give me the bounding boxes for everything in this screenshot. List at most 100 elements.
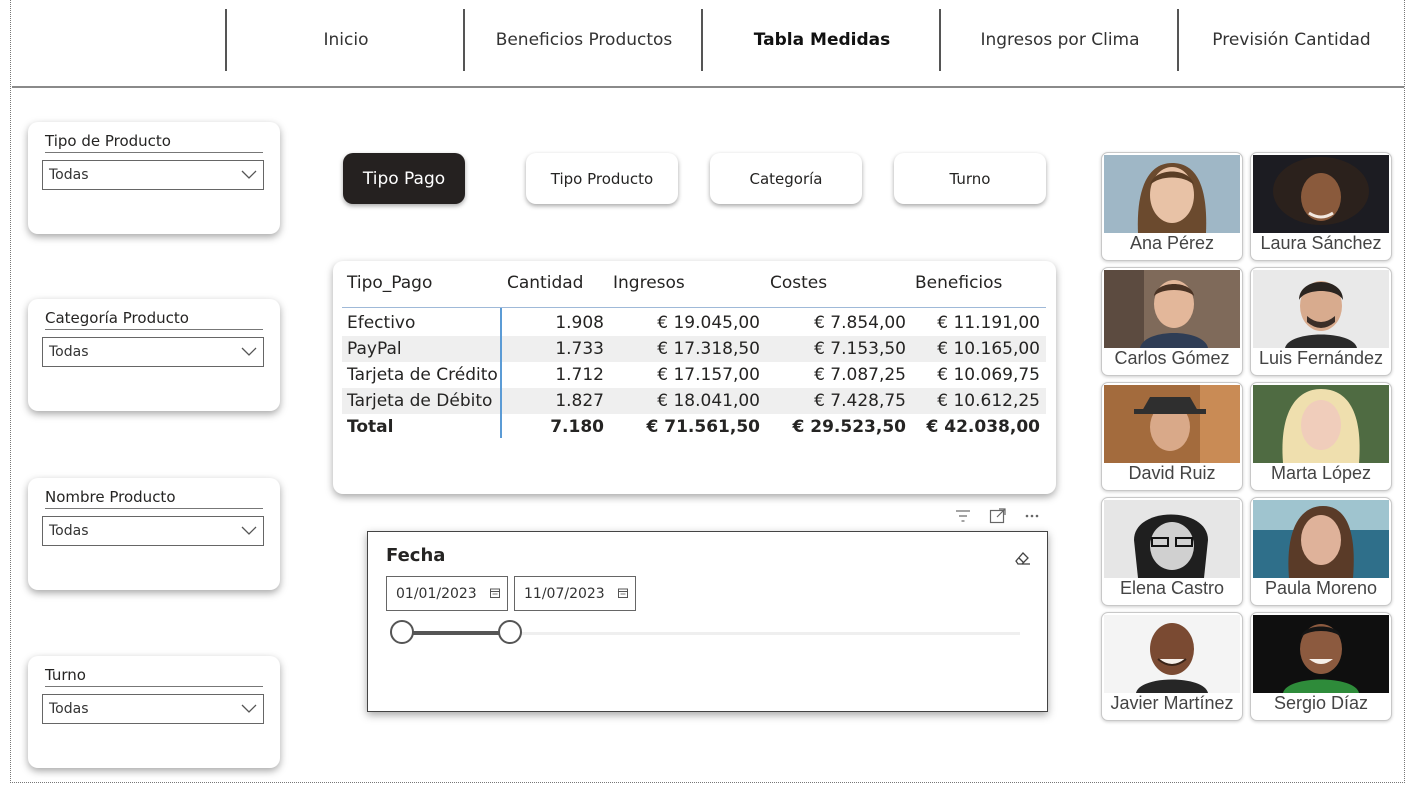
header-divider <box>342 307 1046 308</box>
person-photo <box>1104 615 1240 693</box>
end-date-input[interactable]: 11/07/2023 <box>514 576 636 611</box>
table-cell: € 7.428,75 <box>814 391 906 411</box>
table-cell: Tarjeta de Débito <box>347 391 493 411</box>
turno-button[interactable]: Turno <box>894 153 1046 204</box>
calendar-icon[interactable] <box>490 588 500 598</box>
more-options-icon[interactable] <box>1022 507 1042 525</box>
top-navigation: Inicio Beneficios Productos Tabla Medida… <box>12 0 1404 88</box>
nav-inicio[interactable]: Inicio <box>225 9 465 71</box>
categoria-producto-dropdown[interactable]: Todas <box>42 337 264 367</box>
nav-prevision-cantidad[interactable]: Previsión Cantidad <box>1177 9 1404 71</box>
person-name: David Ruiz <box>1128 463 1216 483</box>
column-header[interactable]: Cantidad <box>507 273 583 293</box>
table-total-row: Total 7.180 € 71.561,50 € 29.523,50 € 42… <box>342 414 1046 440</box>
nav-tabla-medidas[interactable]: Tabla Medidas <box>701 9 941 71</box>
person-card[interactable]: Laura Sánchez <box>1250 152 1392 261</box>
slicer-title: Categoría Producto <box>45 309 263 330</box>
slicer-nombre-producto: Nombre Producto Todas <box>28 478 280 590</box>
tipo-producto-dropdown[interactable]: Todas <box>42 160 264 190</box>
table-cell: € 7.854,00 <box>814 313 906 333</box>
column-header[interactable]: Ingresos <box>613 273 685 293</box>
table-cell: € 71.561,50 <box>646 417 760 437</box>
person-card[interactable]: Javier Martínez <box>1101 612 1243 721</box>
person-card[interactable]: David Ruiz <box>1101 382 1243 491</box>
person-card[interactable]: Ana Pérez <box>1101 152 1243 261</box>
person-card[interactable]: Sergio Díaz <box>1250 612 1392 721</box>
table-cell: 7.180 <box>550 417 604 437</box>
table-cell: € 29.523,50 <box>792 417 906 437</box>
table-cell: Tarjeta de Crédito <box>347 365 498 385</box>
dropdown-value: Todas <box>49 701 89 717</box>
filter-icon[interactable] <box>953 507 973 525</box>
person-photo <box>1253 270 1389 348</box>
person-name: Laura Sánchez <box>1260 233 1382 253</box>
end-date-handle[interactable] <box>498 620 522 644</box>
table-cell: € 17.318,50 <box>657 339 760 359</box>
end-date-value: 11/07/2023 <box>524 586 605 602</box>
person-photo <box>1104 385 1240 463</box>
eraser-icon[interactable] <box>1013 549 1031 567</box>
person-name: Paula Moreno <box>1264 578 1378 598</box>
nav-beneficios-productos[interactable]: Beneficios Productos <box>463 9 703 71</box>
chevron-down-icon <box>241 704 257 713</box>
person-card[interactable]: Elena Castro <box>1101 497 1243 606</box>
column-header[interactable]: Beneficios <box>915 273 1002 293</box>
person-name: Elena Castro <box>1119 578 1225 598</box>
chevron-down-icon <box>241 347 257 356</box>
nav-ingresos-por-clima[interactable]: Ingresos por Clima <box>939 9 1179 71</box>
person-card[interactable]: Marta López <box>1250 382 1392 491</box>
tipo-pago-button[interactable]: Tipo Pago <box>343 153 465 204</box>
table-cell: € 7.087,25 <box>814 365 906 385</box>
table-cell: € 19.045,00 <box>657 313 760 333</box>
person-photo <box>1253 155 1389 233</box>
start-date-input[interactable]: 01/01/2023 <box>386 576 508 611</box>
person-photo <box>1253 500 1389 578</box>
date-slicer-title: Fecha <box>386 545 446 566</box>
person-card[interactable]: Carlos Gómez <box>1101 267 1243 376</box>
slicer-categoria-producto: Categoría Producto Todas <box>28 299 280 411</box>
column-header[interactable]: Costes <box>770 273 827 293</box>
person-photo <box>1104 155 1240 233</box>
calendar-icon[interactable] <box>618 588 628 598</box>
person-name: Ana Pérez <box>1129 233 1215 253</box>
table-cell: 1.827 <box>555 391 604 411</box>
table-cell: 1.712 <box>555 365 604 385</box>
column-header[interactable]: Tipo_Pago <box>347 273 432 293</box>
chevron-down-icon <box>241 170 257 179</box>
table-cell: 1.733 <box>555 339 604 359</box>
table-cell: € 42.038,00 <box>926 417 1040 437</box>
date-range-fill <box>402 631 510 635</box>
slicer-turno: Turno Todas <box>28 656 280 768</box>
slicer-tipo-producto: Tipo de Producto Todas <box>28 122 280 234</box>
slicer-title: Nombre Producto <box>45 488 263 509</box>
nombre-producto-dropdown[interactable]: Todas <box>42 516 264 546</box>
person-photo <box>1104 500 1240 578</box>
table-cell: € 17.157,00 <box>657 365 760 385</box>
table-row: Efectivo 1.908 € 19.045,00 € 7.854,00 € … <box>342 310 1046 336</box>
person-name: Sergio Díaz <box>1273 693 1369 713</box>
table-cell: 1.908 <box>555 313 604 333</box>
person-photo <box>1104 270 1240 348</box>
dropdown-value: Todas <box>49 344 89 360</box>
table-cell: € 18.041,00 <box>657 391 760 411</box>
table-cell: € 10.069,75 <box>937 365 1040 385</box>
tipo-producto-button[interactable]: Tipo Producto <box>526 153 678 204</box>
table-row: Tarjeta de Débito 1.827 € 18.041,00 € 7.… <box>342 388 1046 414</box>
person-name: Javier Martínez <box>1110 693 1234 713</box>
dropdown-value: Todas <box>49 523 89 539</box>
categoria-button[interactable]: Categoría <box>710 153 862 204</box>
person-name: Luis Fernández <box>1258 348 1384 368</box>
table-cell: € 10.612,25 <box>937 391 1040 411</box>
turno-dropdown[interactable]: Todas <box>42 694 264 724</box>
person-card[interactable]: Luis Fernández <box>1250 267 1392 376</box>
person-name: Carlos Gómez <box>1114 348 1230 368</box>
table-cell: € 11.191,00 <box>937 313 1040 333</box>
start-date-value: 01/01/2023 <box>396 586 477 602</box>
table-row: PayPal 1.733 € 17.318,50 € 7.153,50 € 10… <box>342 336 1046 362</box>
person-photo <box>1253 385 1389 463</box>
table-cell: Efectivo <box>347 313 416 333</box>
focus-mode-icon[interactable] <box>988 507 1008 525</box>
slicer-title: Turno <box>45 666 263 687</box>
start-date-handle[interactable] <box>390 620 414 644</box>
person-card[interactable]: Paula Moreno <box>1250 497 1392 606</box>
